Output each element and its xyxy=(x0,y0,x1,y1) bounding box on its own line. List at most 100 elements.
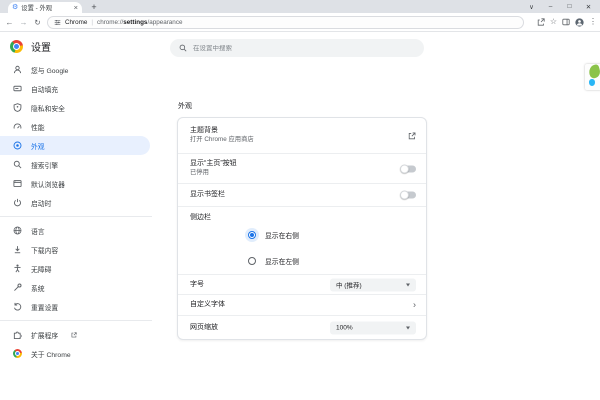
url-text: chrome://settings/appearance xyxy=(97,19,182,26)
autofill-icon xyxy=(12,84,22,94)
sidebar-divider xyxy=(0,320,152,321)
settings-search[interactable] xyxy=(170,39,424,57)
show-bookmarks-bar-row: 显示书签栏 xyxy=(178,183,426,206)
settings-title: 设置 xyxy=(31,39,51,54)
sidebar-item-label: 搜索引擎 xyxy=(31,160,58,170)
sidebar-item-reset[interactable]: 重置设置 xyxy=(0,297,150,316)
sidebar-item-label: 下载内容 xyxy=(31,245,58,255)
sidebar-item-label: 启动时 xyxy=(31,198,51,208)
sidebar-item-appearance[interactable]: 外观 xyxy=(0,136,150,155)
window-menu-chevron-icon[interactable]: ∨ xyxy=(522,0,541,13)
toolbar-actions: ☆ ⋮ xyxy=(537,13,597,31)
sidebar-item-search-engine[interactable]: 搜索引擎 xyxy=(0,155,150,174)
custom-fonts-row[interactable]: 自定义字体 › xyxy=(178,294,426,315)
accessibility-icon xyxy=(12,264,22,274)
sidebar-item-label: 自动填充 xyxy=(31,84,58,94)
minimize-button[interactable]: – xyxy=(541,0,560,13)
system-wrench-icon xyxy=(12,283,22,293)
profile-avatar[interactable] xyxy=(575,18,584,27)
theme-subtitle: 打开 Chrome 应用商店 xyxy=(190,136,414,145)
address-bar[interactable]: Chrome | chrome://settings/appearance xyxy=(47,16,524,29)
sidebar-item-you-and-google[interactable]: 您与 Google xyxy=(0,60,150,79)
bookmarks-bar-title: 显示书签栏 xyxy=(190,190,414,199)
appearance-icon xyxy=(12,141,22,151)
back-button[interactable]: ← xyxy=(3,13,16,31)
sidebar-item-downloads[interactable]: 下载内容 xyxy=(0,240,150,259)
green-leaf-shape xyxy=(588,64,600,79)
forward-button[interactable]: → xyxy=(17,13,30,31)
custom-fonts-label: 自定义字体 xyxy=(190,300,414,309)
sidebar-item-label: 无障碍 xyxy=(31,264,51,274)
sidebar-item-system[interactable]: 系统 xyxy=(0,278,150,297)
home-button-title: 显示“主页”按钮 xyxy=(190,159,414,168)
sidebar-divider xyxy=(0,216,152,217)
sidebar-item-performance[interactable]: 性能 xyxy=(0,117,150,136)
settings-search-input[interactable] xyxy=(193,45,415,52)
settings-header: 设置 xyxy=(0,33,160,60)
reload-button[interactable]: ↻ xyxy=(31,13,44,31)
sidebar-item-accessibility[interactable]: 无障碍 xyxy=(0,259,150,278)
bookmark-star-icon[interactable]: ☆ xyxy=(550,18,557,26)
dropdown-arrow-icon xyxy=(406,326,410,329)
share-icon[interactable] xyxy=(537,18,545,26)
sidebar-item-autofill[interactable]: 自动填充 xyxy=(0,79,150,98)
chrome-logo-icon xyxy=(12,349,22,359)
page-zoom-select[interactable]: 100% xyxy=(330,321,416,334)
blue-drop-shape xyxy=(589,79,595,86)
page-zoom-value: 100% xyxy=(336,324,402,331)
radio-label: 显示在右侧 xyxy=(265,230,299,240)
page-zoom-row: 网页缩放 100% xyxy=(178,315,426,339)
desktop-shortcut-icon xyxy=(585,64,600,90)
sidebar-item-about-chrome[interactable]: 关于 Chrome xyxy=(0,344,150,363)
chevron-right-icon: › xyxy=(413,301,416,310)
font-size-value: 中 (推荐) xyxy=(336,280,402,290)
search-icon xyxy=(179,44,187,52)
font-size-row: 字号 中 (推荐) xyxy=(178,274,426,294)
search-engine-icon xyxy=(12,160,22,170)
settings-page: 设置 您与 Google 自动填充 隐私和安全 xyxy=(0,33,600,400)
browser-toolbar: ← → ↻ Chrome | chrome://settings/appeara… xyxy=(0,13,600,32)
sidebar-item-label: 您与 Google xyxy=(31,65,68,75)
sidebar-item-startup[interactable]: 启动时 xyxy=(0,193,150,212)
dropdown-arrow-icon xyxy=(406,283,410,286)
side-panel-option-left[interactable]: 显示在左侧 xyxy=(190,248,414,274)
language-globe-icon xyxy=(12,226,22,236)
performance-speedometer-icon xyxy=(12,122,22,132)
more-menu-icon[interactable]: ⋮ xyxy=(589,18,597,26)
home-button-state: 已停用 xyxy=(190,169,414,178)
radio-unchecked-icon[interactable] xyxy=(248,257,256,265)
sidebar-item-languages[interactable]: 语言 xyxy=(0,221,150,240)
sidebar-item-default-browser[interactable]: 默认浏览器 xyxy=(0,174,150,193)
settings-gear-favicon-icon: ⚙ xyxy=(12,4,18,11)
sidebar-item-label: 性能 xyxy=(31,122,45,132)
maximize-button[interactable]: □ xyxy=(560,0,579,13)
radio-checked-icon[interactable] xyxy=(248,231,256,239)
theme-row[interactable]: 主题背景 打开 Chrome 应用商店 xyxy=(178,118,426,153)
close-button[interactable]: ✕ xyxy=(579,0,598,13)
browser-tab[interactable]: ⚙ 设置 - 外观 × xyxy=(8,2,82,13)
appearance-card: 主题背景 打开 Chrome 应用商店 显示“主页”按钮 已停用 显示书签栏 xyxy=(177,117,427,340)
tab-close-icon[interactable]: × xyxy=(74,4,78,12)
new-tab-button[interactable]: + xyxy=(88,1,100,13)
sidebar-item-label: 默认浏览器 xyxy=(31,179,65,189)
sidebar-item-label: 扩展程序 xyxy=(31,330,58,340)
side-panel-icon[interactable] xyxy=(562,18,570,26)
radio-label: 显示在左侧 xyxy=(265,256,299,266)
sidebar-item-extensions[interactable]: 扩展程序 xyxy=(0,325,150,344)
bookmarks-bar-toggle[interactable] xyxy=(401,192,416,199)
browser-window: ⚙ 设置 - 外观 × + ∨ – □ ✕ ← → ↻ Chrome | chr… xyxy=(0,0,600,400)
sidebar-item-label: 外观 xyxy=(31,141,45,151)
url-chip-label: Chrome xyxy=(65,19,87,26)
theme-title: 主题背景 xyxy=(190,126,414,135)
external-link-icon[interactable] xyxy=(408,132,416,140)
sidebar-item-label: 语言 xyxy=(31,226,45,236)
default-browser-icon xyxy=(12,179,22,189)
font-size-select[interactable]: 中 (推荐) xyxy=(330,278,416,291)
show-home-button-row: 显示“主页”按钮 已停用 xyxy=(178,153,426,183)
home-button-toggle[interactable] xyxy=(401,165,416,172)
side-panel-option-right[interactable]: 显示在右侧 xyxy=(190,222,414,248)
external-link-icon xyxy=(71,332,77,338)
sidebar-item-label: 隐私和安全 xyxy=(31,103,65,113)
sidebar-item-label: 重置设置 xyxy=(31,302,58,312)
sidebar-item-privacy[interactable]: 隐私和安全 xyxy=(0,98,150,117)
